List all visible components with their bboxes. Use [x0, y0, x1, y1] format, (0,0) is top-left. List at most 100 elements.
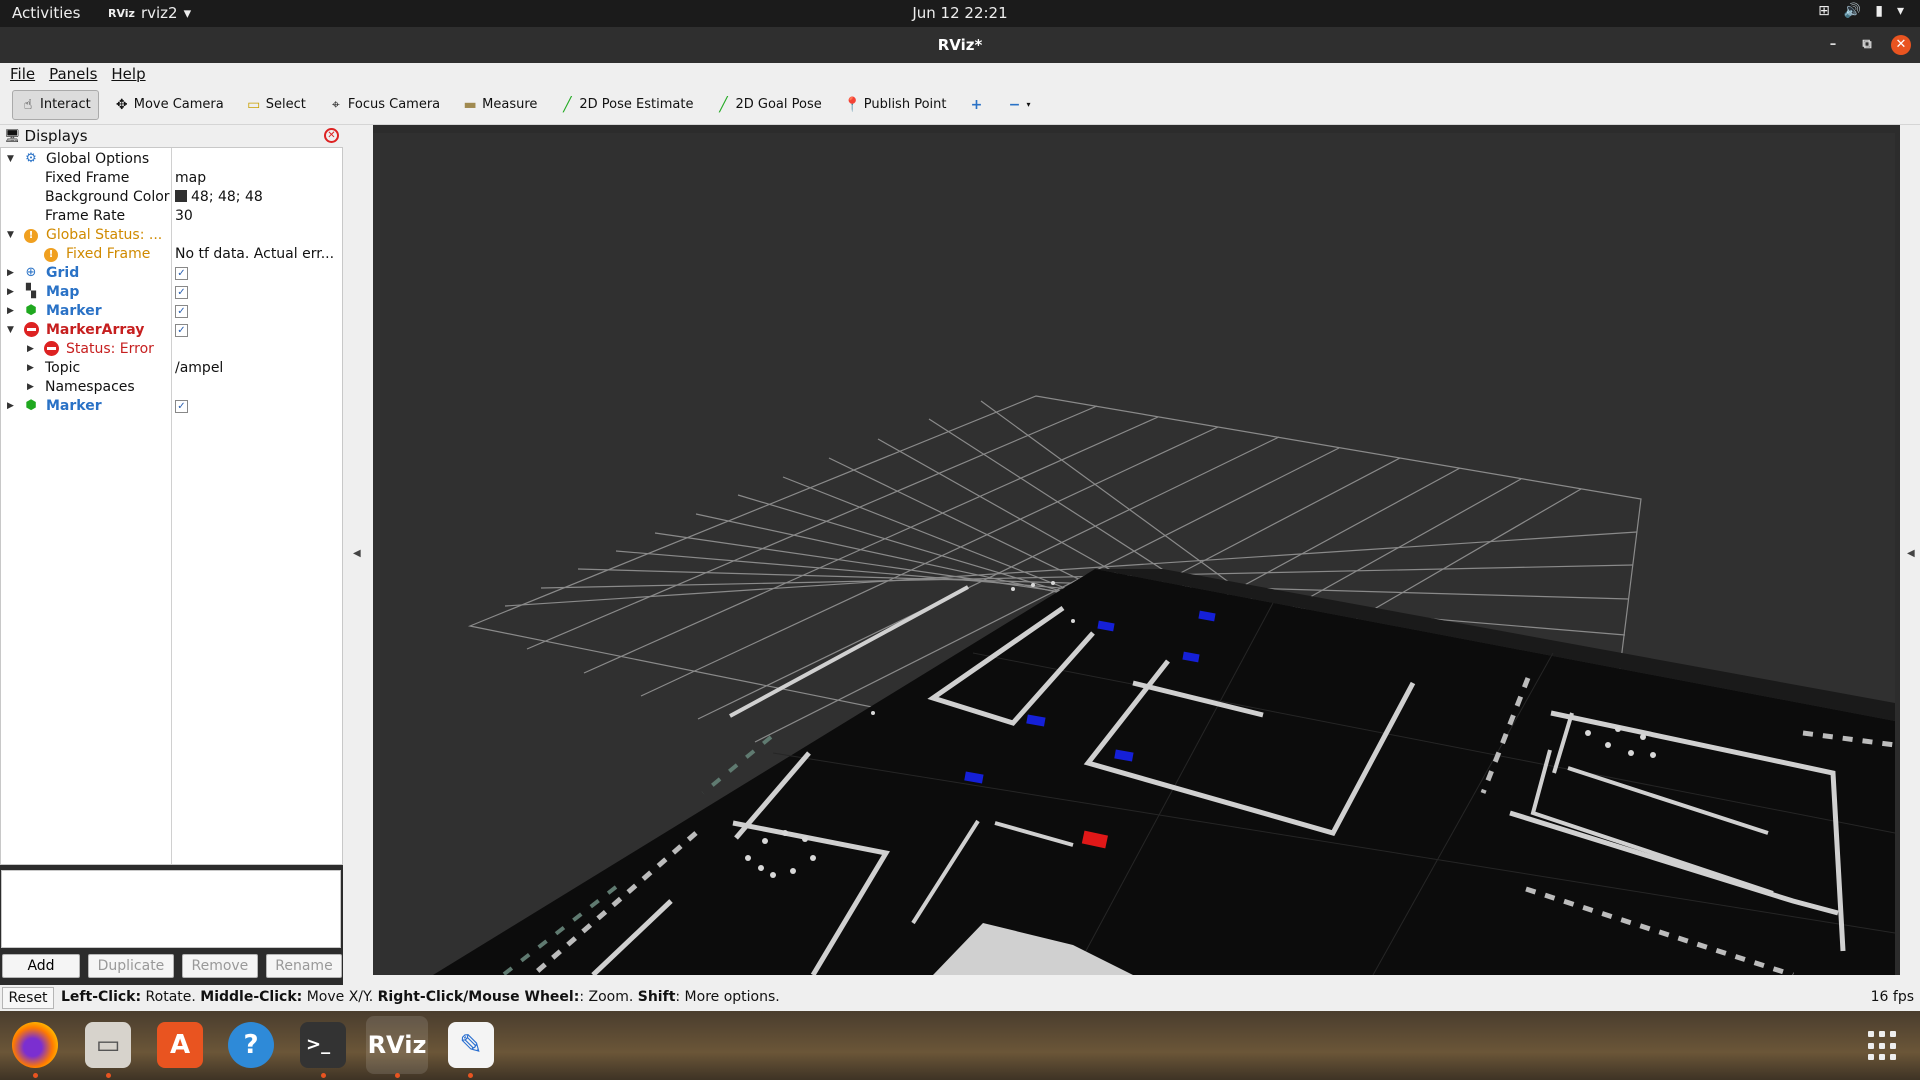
- select-tool[interactable]: ▭ Select: [239, 90, 313, 120]
- close-button[interactable]: ✕: [1891, 35, 1911, 55]
- battery-icon[interactable]: ▮: [1875, 3, 1883, 19]
- tree-row-topic[interactable]: ▶ Topic /ampel: [1, 359, 342, 378]
- tree-row-status-fixed-frame[interactable]: ! Fixed Frame No tf data. Actual err...: [1, 245, 342, 264]
- rename-button[interactable]: Rename: [265, 954, 343, 978]
- tree-row-frame-rate[interactable]: Frame Rate 30: [1, 207, 342, 226]
- tree-row-status-error[interactable]: ▶ Status: Error: [1, 340, 342, 359]
- displays-panel: 🖥 Displays ✕ ▼ ⚙ Global Options Fixed Fr…: [0, 125, 343, 865]
- property-label: Fixed Frame: [45, 170, 130, 186]
- measure-tool[interactable]: ▬ Measure: [455, 90, 544, 120]
- tree-label: Status: Error: [66, 341, 154, 357]
- goal-pose-tool[interactable]: ╱ 2D Goal Pose: [708, 90, 828, 120]
- displays-buttons: Add Duplicate Remove Rename: [2, 954, 343, 980]
- property-value[interactable]: /ampel: [175, 360, 223, 376]
- expand-arrow-icon[interactable]: ▼: [7, 154, 14, 164]
- tree-row-map[interactable]: ▶ ▚ Map ✓: [1, 283, 342, 302]
- expand-arrow-icon[interactable]: ▶: [27, 363, 34, 373]
- maximize-button[interactable]: ⧉: [1857, 35, 1877, 55]
- tree-label: Map: [46, 284, 80, 300]
- files-icon[interactable]: ▭: [85, 1022, 131, 1068]
- pose-estimate-label: 2D Pose Estimate: [579, 97, 694, 112]
- publish-point-label: Publish Point: [863, 97, 947, 112]
- running-indicator: [106, 1073, 111, 1078]
- property-value[interactable]: 30: [175, 208, 193, 224]
- expand-arrow-icon[interactable]: ▼: [7, 325, 14, 335]
- displays-tree[interactable]: ▼ ⚙ Global Options Fixed Frame map Backg…: [0, 147, 343, 865]
- collapse-left-icon[interactable]: ◀: [353, 548, 361, 559]
- enable-checkbox[interactable]: ✓: [175, 267, 188, 280]
- add-button[interactable]: Add: [2, 954, 81, 978]
- green-arrow-icon: ╱: [719, 96, 728, 113]
- measure-label: Measure: [482, 97, 538, 112]
- select-label: Select: [265, 97, 306, 112]
- property-value[interactable]: 48; 48; 48: [175, 189, 263, 205]
- dock: ▭ A ? >_ RViz ✎: [0, 1011, 1920, 1080]
- text-editor-icon[interactable]: ✎: [448, 1022, 494, 1068]
- duplicate-button[interactable]: Duplicate: [88, 954, 174, 978]
- chevron-down-icon: ▾: [1026, 100, 1031, 109]
- warning-icon: !: [43, 246, 59, 262]
- help-icon[interactable]: ?: [228, 1022, 274, 1068]
- software-icon[interactable]: A: [157, 1022, 203, 1068]
- menu-file[interactable]: File: [10, 65, 35, 85]
- add-tool-button[interactable]: +: [961, 90, 991, 120]
- rviz-icon[interactable]: RViz: [366, 1016, 428, 1074]
- tree-row-global-options[interactable]: ▼ ⚙ Global Options: [1, 150, 342, 169]
- plus-icon: +: [970, 96, 983, 113]
- enable-checkbox[interactable]: ✓: [175, 400, 188, 413]
- focus-camera-tool[interactable]: ⌖ Focus Camera: [321, 90, 447, 120]
- reset-button[interactable]: Reset: [2, 987, 54, 1009]
- expand-arrow-icon[interactable]: ▶: [27, 382, 34, 392]
- firefox-icon[interactable]: [12, 1022, 58, 1068]
- close-panel-icon[interactable]: ✕: [324, 128, 339, 143]
- interact-tool[interactable]: ☝ Interact: [12, 89, 99, 120]
- expand-arrow-icon[interactable]: ▶: [27, 344, 34, 354]
- expand-arrow-icon[interactable]: ▶: [7, 268, 14, 278]
- enable-checkbox[interactable]: ✓: [175, 286, 188, 299]
- chevron-down-icon[interactable]: ▾: [1897, 3, 1904, 19]
- render-viewport-3d[interactable]: [373, 133, 1895, 975]
- remove-button[interactable]: Remove: [181, 954, 258, 978]
- color-swatch[interactable]: [175, 190, 187, 202]
- menu-panels[interactable]: Panels: [49, 65, 97, 85]
- volume-icon[interactable]: 🔊: [1844, 3, 1861, 19]
- terminal-icon[interactable]: >_: [300, 1022, 346, 1068]
- displays-panel-header: 🖥 Displays ✕: [0, 125, 343, 147]
- enable-checkbox[interactable]: ✓: [175, 324, 188, 337]
- hint-right-action: : Zoom.: [579, 989, 638, 1005]
- color-value: 48; 48; 48: [191, 189, 263, 205]
- publish-point-tool[interactable]: 📍 Publish Point: [837, 90, 954, 120]
- pose-estimate-tool[interactable]: ╱ 2D Pose Estimate: [552, 90, 700, 120]
- focus-camera-label: Focus Camera: [347, 97, 441, 112]
- expand-arrow-icon[interactable]: ▼: [7, 230, 14, 240]
- remove-tool-button[interactable]: − ▾: [999, 90, 1037, 120]
- minimize-button[interactable]: –: [1823, 35, 1843, 55]
- tree-row-fixed-frame[interactable]: Fixed Frame map: [1, 169, 342, 188]
- system-tray[interactable]: ⊞ 🔊 ▮ ▾: [1818, 3, 1904, 19]
- expand-arrow-icon[interactable]: ▶: [7, 306, 14, 316]
- menu-help[interactable]: Help: [111, 65, 145, 85]
- enable-checkbox[interactable]: ✓: [175, 305, 188, 318]
- menu-bar: File Panels Help: [0, 63, 1920, 85]
- expand-arrow-icon[interactable]: ▶: [7, 401, 14, 411]
- running-indicator: [321, 1073, 326, 1078]
- system-top-bar: Activities RViz rviz2 ▾ Jun 12 22:21 ⊞ 🔊…: [0, 0, 1920, 27]
- tree-row-marker-2[interactable]: ▶ ⬢ Marker ✓: [1, 397, 342, 416]
- expand-arrow-icon[interactable]: ▶: [7, 287, 14, 297]
- hint-middle-action: Move X/Y.: [302, 989, 378, 1005]
- marker-cube-icon: ⬢: [25, 303, 37, 318]
- property-value[interactable]: map: [175, 170, 206, 186]
- collapse-right-icon[interactable]: ◀: [1907, 548, 1915, 559]
- clock[interactable]: Jun 12 22:21: [0, 4, 1920, 22]
- tree-row-grid[interactable]: ▶ ⊕ Grid ✓: [1, 264, 342, 283]
- tree-row-marker[interactable]: ▶ ⬢ Marker ✓: [1, 302, 342, 321]
- tree-row-global-status[interactable]: ▼ ! Global Status: ...: [1, 226, 342, 245]
- tree-row-background-color[interactable]: Background Color 48; 48; 48: [1, 188, 342, 207]
- show-applications-icon[interactable]: [1868, 1031, 1898, 1061]
- property-label: Topic: [45, 360, 81, 376]
- tree-row-namespaces[interactable]: ▶ Namespaces: [1, 378, 342, 397]
- move-camera-tool[interactable]: ✥ Move Camera: [107, 90, 231, 120]
- tree-label: Global Options: [46, 151, 150, 167]
- tree-row-marker-array[interactable]: ▼ MarkerArray ✓: [1, 321, 342, 340]
- network-icon[interactable]: ⊞: [1818, 3, 1830, 19]
